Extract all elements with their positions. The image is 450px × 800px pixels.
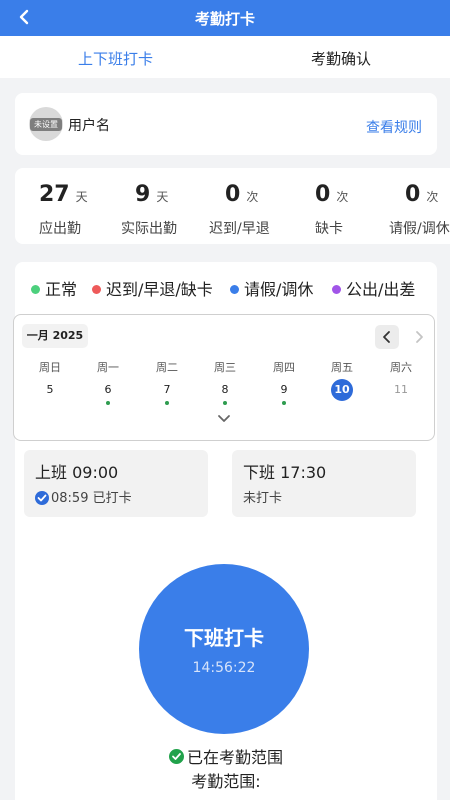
check-circle-icon bbox=[35, 490, 49, 505]
legend-item-business-trip: 公出/出差 bbox=[332, 276, 415, 300]
weekday-label: 周六 bbox=[390, 361, 412, 374]
month-selector[interactable]: 一月 2025 bbox=[22, 324, 88, 348]
username: 用户名 bbox=[68, 118, 110, 134]
legend-label: 正常 bbox=[45, 280, 78, 299]
clock-out-state: 未打卡 bbox=[243, 491, 283, 506]
stat-unit: 次 bbox=[336, 190, 349, 204]
stat-late-early[interactable]: 0次 迟到/早退 bbox=[209, 182, 270, 237]
stat-value: 27 bbox=[39, 182, 70, 207]
clock-in-record: 上班 09:00 08:59 已打卡 bbox=[24, 450, 208, 517]
check-circle-icon bbox=[168, 749, 184, 764]
stat-unit: 次 bbox=[246, 190, 259, 204]
legend-label: 请假/调休 bbox=[244, 280, 314, 299]
calendar-day[interactable]: 5 bbox=[30, 382, 70, 402]
legend-item-leave: 请假/调休 bbox=[230, 276, 313, 300]
chevron-left-icon bbox=[383, 331, 390, 343]
stat-value: 0 bbox=[315, 182, 331, 207]
avatar[interactable]: 未设置 bbox=[29, 107, 63, 141]
stat-required-days[interactable]: 27 天 应出勤 bbox=[39, 182, 88, 237]
calendar-day[interactable]: 7 bbox=[147, 382, 187, 405]
clock-out-button-label: 下班打卡 bbox=[184, 626, 264, 650]
view-rules-link[interactable]: 查看规则 bbox=[366, 117, 422, 137]
legend-dot bbox=[332, 285, 341, 294]
weekday-label: 周五 bbox=[331, 361, 353, 374]
weekday-label: 周日 bbox=[39, 361, 61, 374]
day-number: 7 bbox=[163, 383, 171, 396]
stat-label: 缺卡 bbox=[315, 221, 343, 237]
range-status: 已在考勤范围 bbox=[15, 744, 437, 768]
stats-card: 27 天 应出勤 9天 实际出勤 0次 迟到/早退 0次 缺卡 0次 请假/调休 bbox=[15, 168, 450, 244]
stat-unit: 天 bbox=[156, 190, 169, 204]
stat-actual-days[interactable]: 9天 实际出勤 bbox=[121, 182, 177, 237]
weekday-label: 周二 bbox=[156, 361, 178, 374]
stat-value: 0 bbox=[225, 182, 241, 207]
user-card: 未设置 用户名 查看规则 bbox=[15, 93, 437, 155]
legend-dot bbox=[92, 285, 101, 294]
day-number: 10 bbox=[334, 383, 350, 396]
tab-clock-in-out[interactable]: 上下班打卡 bbox=[78, 48, 153, 69]
day-number: 11 bbox=[394, 383, 408, 396]
day-number: 6 bbox=[104, 383, 112, 396]
attendance-dot bbox=[106, 401, 110, 405]
stat-unit: 次 bbox=[426, 190, 439, 204]
stat-label: 请假/调休 bbox=[389, 221, 450, 237]
attendance-dot bbox=[165, 401, 169, 405]
calendar-day[interactable]: 11 bbox=[381, 382, 421, 402]
week-calendar: 一月 2025 周日 周一 周二 周三 周四 周五 周六 5 6 7 8 9 1… bbox=[13, 314, 435, 441]
current-time: 14:56:22 bbox=[192, 660, 256, 676]
attendance-dot bbox=[282, 401, 286, 405]
page-title: 考勤打卡 bbox=[194, 10, 255, 28]
calendar-day[interactable]: 8 bbox=[205, 382, 245, 405]
day-number: 8 bbox=[221, 383, 229, 396]
attendance-dot bbox=[223, 401, 227, 405]
legend-label: 迟到/早退/缺卡 bbox=[106, 280, 213, 299]
next-week-button[interactable] bbox=[407, 325, 431, 349]
tab-bar: 上下班打卡 考勤确认 bbox=[0, 36, 450, 78]
weekday-label: 周一 bbox=[97, 361, 119, 374]
weekday-label: 周三 bbox=[214, 361, 236, 374]
top-bar: 考勤打卡 bbox=[0, 0, 450, 36]
calendar-day[interactable]: 9 bbox=[264, 382, 304, 405]
stat-label: 实际出勤 bbox=[121, 221, 177, 237]
calendar-day-today[interactable]: 10 bbox=[322, 379, 362, 402]
clock-in-time: 08:59 bbox=[51, 491, 89, 506]
clock-in-title: 上班 09:00 bbox=[35, 463, 119, 482]
stat-unit: 天 bbox=[75, 190, 88, 204]
chevron-right-icon bbox=[416, 331, 423, 343]
tab-attendance-confirm[interactable]: 考勤确认 bbox=[311, 48, 371, 69]
clock-in-state: 已打卡 bbox=[92, 491, 132, 506]
stat-label: 应出勤 bbox=[39, 221, 81, 237]
stat-leave[interactable]: 0次 请假/调休 bbox=[389, 182, 450, 237]
legend-item-late: 迟到/早退/缺卡 bbox=[92, 276, 213, 300]
day-number: 5 bbox=[46, 383, 54, 396]
chevron-down-icon[interactable] bbox=[216, 413, 232, 425]
avatar-badge: 未设置 bbox=[30, 118, 62, 131]
prev-week-button[interactable] bbox=[375, 325, 399, 349]
clock-in-status: 08:59 已打卡 bbox=[35, 487, 132, 506]
clock-out-record: 下班 17:30 未打卡 bbox=[232, 450, 416, 517]
clock-out-button[interactable]: 下班打卡 14:56:22 bbox=[139, 564, 309, 734]
stat-label: 迟到/早退 bbox=[209, 221, 270, 237]
legend-item-normal: 正常 bbox=[31, 276, 77, 300]
day-number: 9 bbox=[280, 383, 288, 396]
legend-dot bbox=[31, 285, 40, 294]
range-label: 考勤范围: bbox=[191, 772, 261, 791]
clock-out-title: 下班 17:30 bbox=[243, 463, 327, 482]
stat-value: 9 bbox=[135, 182, 151, 207]
stat-missing[interactable]: 0次 缺卡 bbox=[315, 182, 349, 237]
range-status-text: 已在考勤范围 bbox=[186, 748, 283, 767]
attendance-card: 正常 迟到/早退/缺卡 请假/调休 公出/出差 一月 2025 周日 周一 周二… bbox=[13, 262, 437, 800]
legend-label: 公出/出差 bbox=[346, 280, 416, 299]
stat-value: 0 bbox=[405, 182, 421, 207]
weekday-label: 周四 bbox=[273, 361, 295, 374]
legend-dot bbox=[230, 285, 239, 294]
calendar-day[interactable]: 6 bbox=[88, 382, 128, 405]
